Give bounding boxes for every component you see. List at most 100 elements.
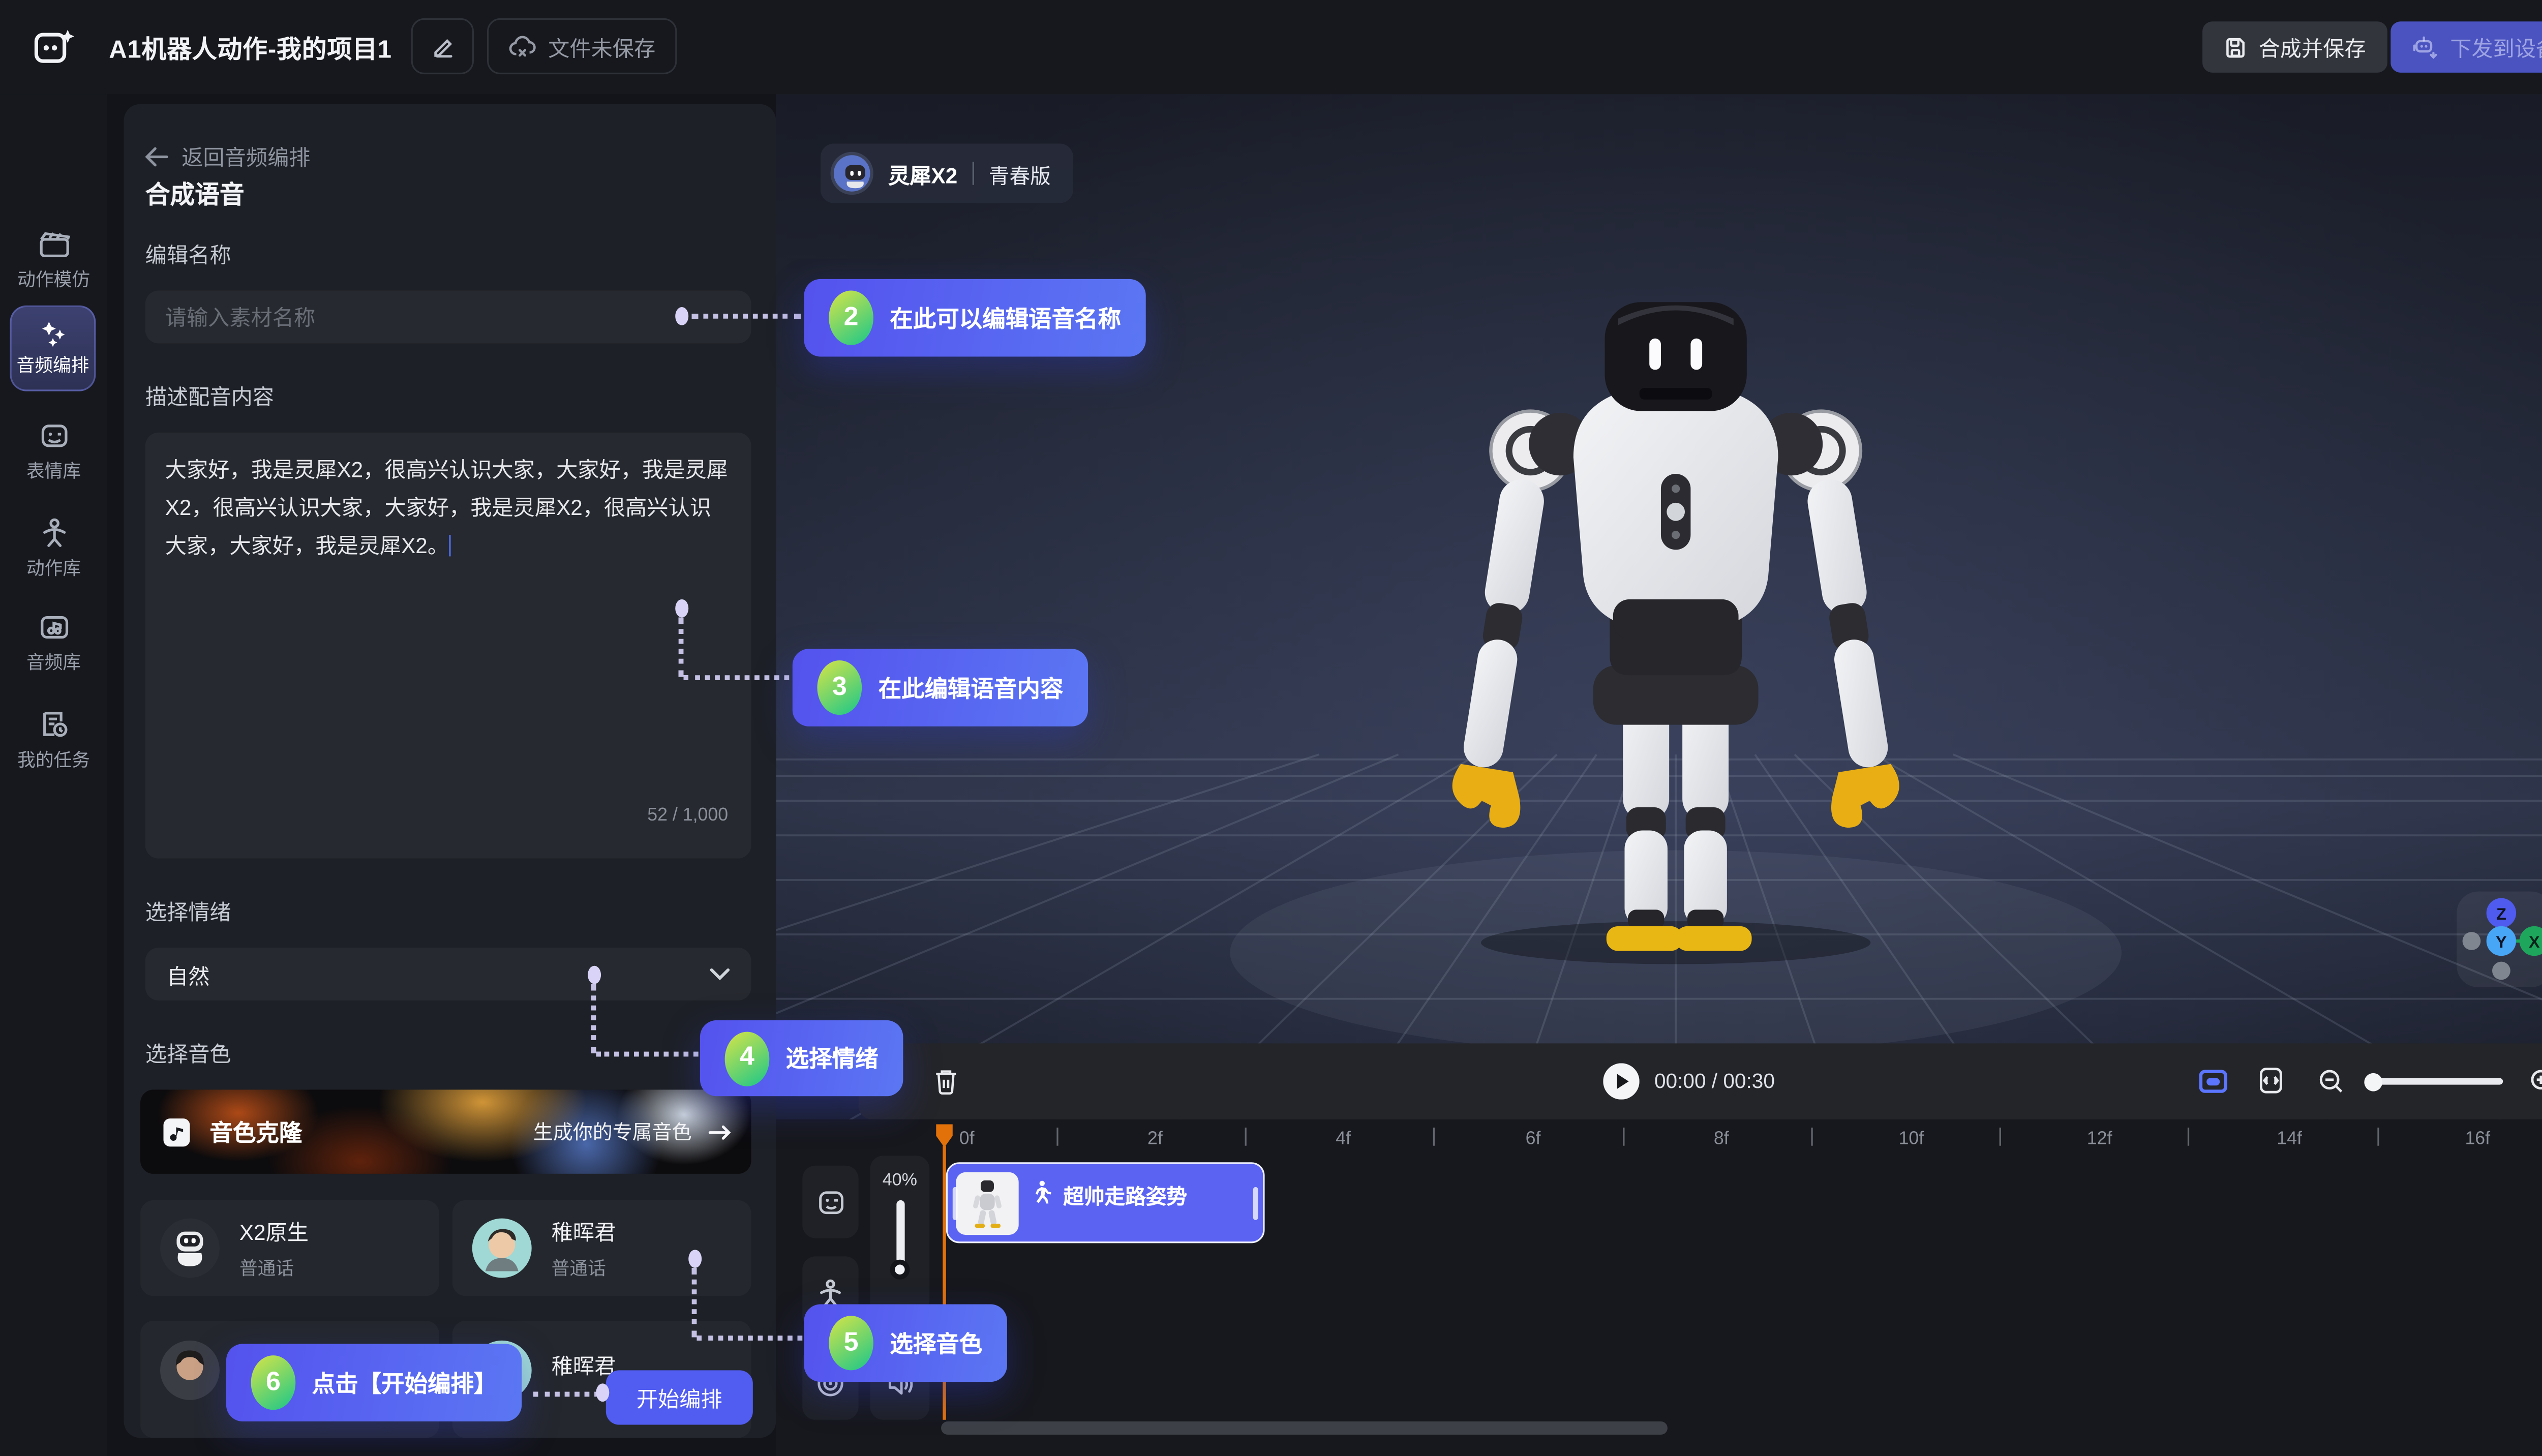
back-link[interactable]: 返回音频编排 (145, 140, 311, 172)
connector-line (683, 675, 789, 680)
voice-name: 稚晖君 (552, 1215, 616, 1247)
callout-text: 选择音色 (890, 1326, 982, 1359)
voice-card-x2[interactable]: X2原生 普通话 (140, 1200, 439, 1296)
robot-download-icon (2412, 35, 2439, 59)
zoom-out-button[interactable] (2318, 1068, 2344, 1103)
voice-lang: 普通话 (552, 1255, 616, 1281)
callout-text: 选择情绪 (786, 1042, 879, 1075)
auto-snap-button[interactable] (2199, 1068, 2227, 1103)
ruler-label: 2f (1147, 1129, 1163, 1149)
model-avatar (830, 152, 873, 195)
connector-line (679, 618, 684, 677)
emotion-select[interactable]: 自然 (145, 948, 751, 1000)
action-track-icon (815, 1277, 845, 1309)
connector-line (697, 1336, 802, 1341)
connector-dot (588, 966, 601, 984)
timeline-clip[interactable]: 超帅走路姿势 (946, 1162, 1265, 1243)
name-field-label: 编辑名称 (145, 238, 231, 269)
fit-timeline-button[interactable] (2259, 1067, 2284, 1103)
voice-card-zhihuijun[interactable]: 稚晖君 普通话 (452, 1200, 751, 1296)
deploy-button[interactable]: 下发到设备 (2390, 21, 2542, 73)
zoom-in-button[interactable] (2529, 1068, 2542, 1103)
music-frame-icon (37, 613, 70, 642)
expression-track-icon (815, 1188, 846, 1216)
axis-gizmo[interactable]: Z Y X (2457, 892, 2542, 987)
clone-banner-cta: 生成你的专属音色 (533, 1118, 692, 1146)
nav-label: 动作库 (26, 555, 81, 581)
voice-content-textarea[interactable]: 大家好，我是灵犀X2，很高兴认识大家，大家好，我是灵犀X2，很高兴认识大家，大家… (145, 433, 751, 859)
zoom-in-icon (2529, 1068, 2542, 1095)
app-window: 灵犀X2 青春版 Z Y X (0, 0, 2542, 1456)
synthesize-voice-panel: 返回音频编排 合成语音 编辑名称 描述配音内容 大家好，我是灵犀X2，很高兴认识… (124, 104, 776, 1438)
nav-my-tasks[interactable]: 我的任务 (0, 708, 107, 773)
timeline-ruler[interactable]: 0f 2f 4f 6f 8f 10f 12f 14f 16f (943, 1119, 2542, 1152)
voice-content-text: 大家好，我是灵犀X2，很高兴认识大家，大家好，我是灵犀X2，很高兴认识大家，大家… (165, 458, 728, 558)
zoom-slider-thumb[interactable] (2364, 1072, 2382, 1090)
volume-slider[interactable] (896, 1200, 904, 1269)
clip-trim-left[interactable] (953, 1187, 958, 1220)
file-status-button[interactable]: 文件未保存 (487, 18, 677, 74)
arrow-right-icon (708, 1124, 731, 1140)
nav-expression-lib[interactable]: 表情库 (0, 421, 107, 483)
volume-slider-thumb[interactable] (890, 1260, 910, 1280)
expression-track-button[interactable] (802, 1166, 858, 1238)
nav-label: 动作模仿 (17, 266, 90, 292)
voice-avatar-man (472, 1219, 532, 1278)
material-name-input[interactable] (145, 291, 751, 344)
timeline-hscrollbar[interactable] (941, 1421, 1668, 1435)
nav-motion-mimic[interactable]: 动作模仿 (0, 229, 107, 292)
top-bar: A1机器人动作-我的项目1 文件未保存 合成并保存 下发到设备 (0, 0, 2542, 94)
ruler-label: 0f (959, 1129, 975, 1149)
axis-x-label: X (2529, 933, 2540, 951)
app-logo-icon[interactable] (29, 23, 79, 81)
save-button-label: 合成并保存 (2259, 32, 2366, 63)
robot-face-icon (37, 421, 70, 450)
ruler-label: 4f (1336, 1129, 1351, 1149)
ruler-label: 12f (2087, 1129, 2112, 1149)
callout-number: 4 (725, 1031, 770, 1085)
model-badge: 灵犀X2 青春版 (821, 144, 1074, 203)
playhead[interactable] (934, 1123, 954, 1157)
nav-audio-lib[interactable]: 音频库 (0, 613, 107, 675)
chevron-down-icon (710, 967, 730, 981)
panel-title: 合成语音 (145, 176, 245, 211)
text-cursor (449, 535, 451, 556)
clip-thumbnail (956, 1172, 1018, 1235)
nav-action-lib[interactable]: 动作库 (0, 517, 107, 581)
nav-label: 表情库 (26, 458, 81, 484)
cloud-off-icon (508, 34, 536, 59)
start-arrange-button[interactable]: 开始编排 (606, 1370, 753, 1424)
nav-label: 我的任务 (17, 746, 90, 773)
save-button[interactable]: 合成并保存 (2202, 21, 2387, 73)
connector-line (591, 984, 596, 1053)
voice-clone-banner[interactable]: 音色克隆 生成你的专属音色 (140, 1089, 751, 1174)
connector-dot (675, 307, 688, 325)
start-arrange-label: 开始编排 (637, 1387, 722, 1412)
save-icon (2224, 36, 2247, 58)
callout-text: 在此可以编辑语音名称 (890, 301, 1121, 335)
timeline-tracks: 0f 2f 4f 6f 8f 10f 12f 14f 16f 超帅走路姿势 (776, 1119, 2542, 1456)
connector-dot (675, 599, 688, 618)
trash-icon (934, 1068, 957, 1095)
callout-number: 3 (817, 660, 862, 715)
nav-label: 音频库 (26, 649, 81, 675)
connector-line (596, 1052, 698, 1057)
pencil-icon (430, 34, 455, 59)
axis-z-label: Z (2496, 905, 2506, 923)
clip-trim-right[interactable] (1253, 1187, 1258, 1220)
nav-label: 音频编排 (16, 352, 89, 378)
play-button[interactable] (1603, 1063, 1639, 1108)
rename-button[interactable] (411, 18, 474, 74)
delete-clip-button[interactable] (934, 1068, 957, 1103)
sparkles-icon (37, 319, 69, 347)
emotion-value: 自然 (167, 958, 209, 990)
model-tag: 青春版 (989, 158, 1051, 189)
robot-model[interactable] (1379, 209, 1973, 985)
voice-name: X2原生 (239, 1215, 309, 1247)
time-display: 00:00 / 00:30 (1654, 1070, 1775, 1093)
nav-audio-arrange[interactable]: 音频编排 (10, 306, 96, 391)
timeline-zoom-slider[interactable] (2368, 1078, 2503, 1085)
snap-track-icon (2199, 1068, 2227, 1095)
connector-line (692, 314, 801, 319)
emotion-field-label: 选择情绪 (145, 895, 231, 926)
